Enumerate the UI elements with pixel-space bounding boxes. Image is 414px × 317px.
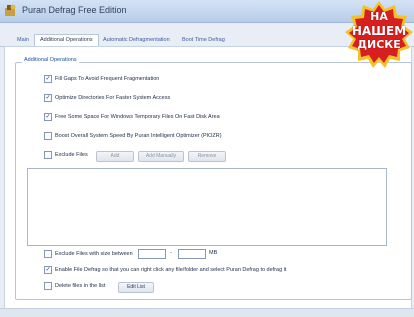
tab-boot-time-defrag[interactable]: Boot Time Defrag [182, 37, 225, 43]
edit-list-button[interactable]: Edit List [118, 282, 154, 293]
window-title: Puran Defrag Free Edition [22, 5, 127, 15]
size-filter-checkbox[interactable] [44, 250, 52, 258]
boost-option[interactable]: Boost Overall System Speed By Puran Inte… [44, 132, 222, 142]
size-separator: - [170, 250, 172, 256]
delete-files-checkbox[interactable] [44, 282, 52, 290]
free-space-checkbox[interactable]: ✓ [44, 113, 52, 121]
on-our-disc-badge: НА НАШЕМ ДИСКЕ [344, 0, 414, 70]
size-filter-option[interactable]: Exclude Files with size between [44, 250, 133, 260]
optimize-directories-checkbox[interactable]: ✓ [44, 94, 52, 102]
tab-additional-operations[interactable]: Additional Operations [34, 34, 99, 46]
badge-line-3: ДИСКЕ [357, 38, 401, 51]
size-unit-label: MB [209, 250, 218, 256]
file-defrag-option[interactable]: ✓ Enable File Defrag so that you can righ… [44, 266, 286, 276]
min-size-input[interactable] [138, 249, 166, 259]
optimize-directories-option[interactable]: ✓ Optimize Directories For Faster System … [44, 94, 170, 104]
remove-button[interactable]: Remove [188, 151, 226, 162]
tab-automatic-defragmentation[interactable]: Automatic Defragmentation [103, 37, 170, 43]
excluded-files-list[interactable] [27, 168, 387, 246]
exclude-files-checkbox[interactable] [44, 151, 52, 159]
group-title: Additional Operations [22, 57, 79, 63]
boost-checkbox[interactable] [44, 132, 52, 140]
free-space-option[interactable]: ✓ Free Some Space For Windows Temporary F… [44, 113, 220, 123]
delete-files-option[interactable]: Delete files in the list [44, 282, 105, 292]
badge-line-1: НА [370, 10, 388, 23]
file-defrag-checkbox[interactable]: ✓ [44, 266, 52, 274]
app-icon [4, 4, 17, 17]
fill-gaps-checkbox[interactable]: ✓ [44, 75, 52, 83]
exclude-files-option[interactable]: Exclude Files [44, 151, 88, 161]
add-button[interactable]: Add [96, 151, 134, 162]
fill-gaps-option[interactable]: ✓ Fill Gaps To Avoid Frequent Fragmentati… [44, 75, 159, 85]
tab-main[interactable]: Main [17, 37, 29, 43]
max-size-input[interactable] [178, 249, 206, 259]
add-manually-button[interactable]: Add Manually [138, 151, 184, 162]
badge-line-2: НАШЕМ [351, 24, 407, 38]
